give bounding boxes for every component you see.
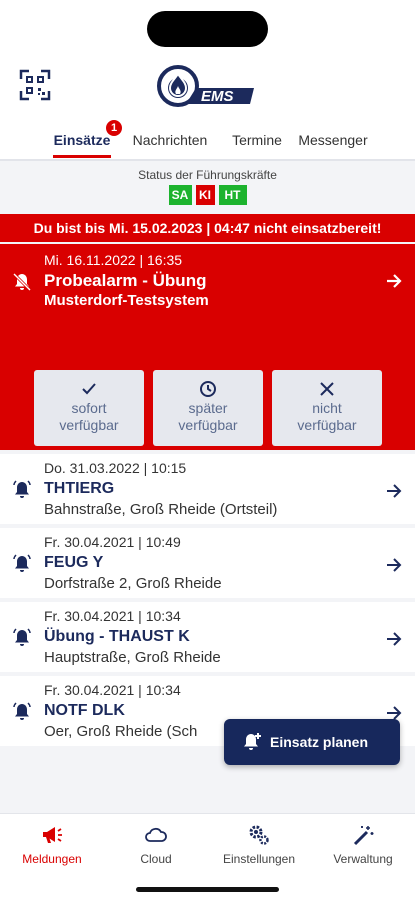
ems-logo: EMS bbox=[157, 65, 254, 107]
fab-label: Einsatz planen bbox=[270, 734, 369, 750]
gears-icon bbox=[249, 825, 269, 845]
item-title: FEUG Y bbox=[44, 554, 104, 571]
available-now-button[interactable]: sofort verfügbar bbox=[34, 370, 144, 446]
item-location: Dorfstraße 2, Groß Rheide bbox=[44, 575, 222, 592]
tab-label: Einsätze bbox=[53, 132, 111, 148]
unread-badge: 1 bbox=[106, 120, 122, 136]
arrow-right-icon bbox=[387, 632, 402, 646]
header-divider bbox=[0, 159, 415, 161]
tab-label: Messenger bbox=[298, 132, 368, 148]
active-tab-indicator bbox=[53, 155, 111, 158]
leader-status-title: Status der Führungskräfte bbox=[138, 168, 277, 182]
svg-text:EMS: EMS bbox=[201, 88, 234, 105]
status-badge-ki: KI bbox=[195, 185, 215, 205]
item-location: Oer, Groß Rheide (Sch bbox=[44, 723, 198, 740]
button-label-line2: verfügbar bbox=[297, 417, 357, 433]
arrow-right-icon[interactable] bbox=[385, 272, 403, 290]
device-notch bbox=[147, 11, 268, 47]
list-item[interactable]: Fr. 30.04.2021 | 10:49 FEUG Y Dorfstraße… bbox=[0, 528, 415, 598]
bell-plus-icon bbox=[244, 733, 261, 750]
tab-nachrichten[interactable]: Nachrichten bbox=[130, 130, 210, 160]
nav-verwaltung[interactable]: Verwaltung bbox=[313, 824, 413, 866]
tab-einsaetze[interactable]: Einsätze 1 bbox=[53, 120, 122, 160]
plan-incident-button[interactable]: Einsatz planen bbox=[224, 719, 400, 765]
check-icon bbox=[82, 383, 96, 395]
list-item[interactable]: Do. 31.03.2022 | 10:15 THTIERG Bahnstraß… bbox=[0, 454, 415, 524]
tab-messenger[interactable]: Messenger bbox=[297, 130, 369, 160]
app-header: EMS Einsätze 1 Nachrichten Termine Messe… bbox=[0, 0, 415, 160]
list-item[interactable]: Fr. 30.04.2021 | 10:34 Übung - THAUST K … bbox=[0, 602, 415, 672]
nav-einstellungen[interactable]: Einstellungen bbox=[209, 824, 309, 866]
tab-bar: Einsätze 1 Nachrichten Termine Messenger bbox=[0, 120, 415, 160]
item-date: Fr. 30.04.2021 | 10:49 bbox=[44, 534, 181, 550]
item-location: Hauptstraße, Groß Rheide bbox=[44, 649, 221, 666]
status-badge-sa: SA bbox=[168, 185, 192, 205]
x-icon bbox=[320, 382, 334, 396]
arrow-right-icon bbox=[387, 558, 402, 572]
magic-wand-icon bbox=[353, 826, 374, 846]
home-indicator bbox=[136, 887, 279, 892]
alarm-title: Probealarm - Übung bbox=[44, 271, 207, 290]
tab-termine[interactable]: Termine bbox=[229, 130, 285, 160]
clock-icon bbox=[200, 381, 216, 397]
item-location: Bahnstraße, Groß Rheide (Ortsteil) bbox=[44, 501, 278, 518]
button-label-line2: verfügbar bbox=[178, 417, 238, 433]
button-label-line2: verfügbar bbox=[59, 417, 119, 433]
item-title: Übung - THAUST K bbox=[44, 628, 190, 645]
nav-meldungen[interactable]: Meldungen bbox=[2, 824, 102, 866]
availability-warning-banner: Du bist bis Mi. 15.02.2023 | 04:47 nicht… bbox=[0, 214, 415, 242]
tab-label: Nachrichten bbox=[132, 132, 208, 148]
item-date: Do. 31.03.2022 | 10:15 bbox=[44, 460, 187, 476]
item-title: NOTF DLK bbox=[44, 702, 125, 719]
nav-label: Verwaltung bbox=[333, 852, 393, 866]
button-label-line1: später bbox=[188, 400, 228, 416]
leader-status-badges: SA KI HT bbox=[0, 185, 415, 205]
tab-label: Termine bbox=[232, 132, 282, 148]
bell-off-icon bbox=[12, 272, 32, 292]
button-label-line1: nicht bbox=[312, 400, 342, 416]
nav-label: Cloud bbox=[140, 852, 172, 866]
bell-ring-icon bbox=[13, 554, 31, 572]
nav-label: Einstellungen bbox=[222, 852, 296, 866]
item-title: THTIERG bbox=[44, 480, 115, 497]
available-later-button[interactable]: später verfügbar bbox=[153, 370, 263, 446]
arrow-right-icon bbox=[387, 484, 402, 498]
active-alarm-card[interactable]: Mi. 16.11.2022 | 16:35 Probealarm - Übun… bbox=[0, 244, 415, 450]
not-available-button[interactable]: nicht verfügbar bbox=[272, 370, 382, 446]
qr-code-icon[interactable] bbox=[19, 69, 51, 101]
bell-ring-icon bbox=[13, 702, 31, 720]
item-date: Fr. 30.04.2021 | 10:34 bbox=[44, 682, 181, 698]
nav-cloud[interactable]: Cloud bbox=[106, 824, 206, 866]
alarm-location: Musterdorf-Testsystem bbox=[44, 292, 209, 309]
nav-label: Meldungen bbox=[22, 852, 82, 866]
status-badge-ht: HT bbox=[218, 185, 247, 205]
cloud-icon bbox=[145, 827, 167, 842]
bell-ring-icon bbox=[13, 628, 31, 646]
bell-ring-icon bbox=[13, 480, 31, 498]
item-date: Fr. 30.04.2021 | 10:34 bbox=[44, 608, 181, 624]
button-label-line1: sofort bbox=[71, 400, 107, 416]
alarm-date: Mi. 16.11.2022 | 16:35 bbox=[44, 252, 183, 268]
megaphone-icon bbox=[43, 827, 62, 843]
